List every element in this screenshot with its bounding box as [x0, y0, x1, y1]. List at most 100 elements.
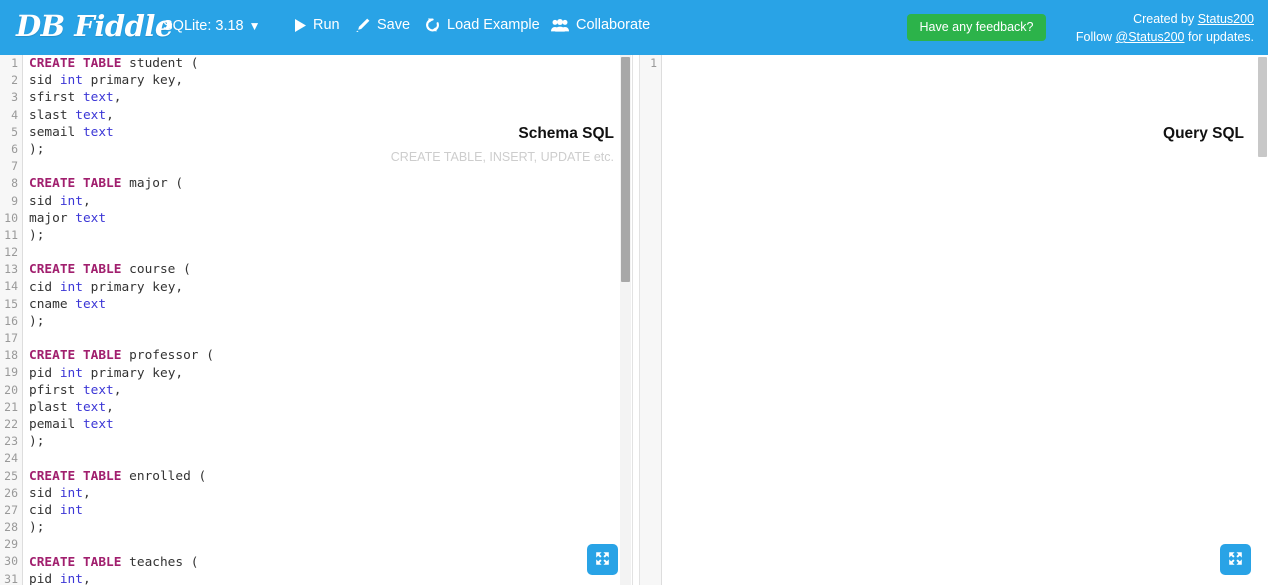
code-token-ident: primary key,: [82, 365, 184, 381]
code-line: plast text,: [29, 399, 632, 416]
line-number: 29: [4, 537, 18, 552]
credits-created-by-prefix: Created by: [1133, 12, 1198, 26]
code-token-ident: ,: [106, 107, 114, 123]
code-line: CREATE TABLE enrolled (: [29, 468, 632, 485]
code-token-kw: CREATE TABLE: [29, 176, 122, 192]
chevron-down-icon: ▼: [248, 19, 261, 33]
code-token-ident: professor (: [121, 348, 214, 364]
code-line: );: [29, 313, 632, 330]
query-sql-editor[interactable]: [664, 55, 1268, 585]
code-line: );: [29, 433, 632, 450]
line-number: 6: [11, 141, 18, 156]
line-number: 10: [4, 210, 18, 225]
credits-follow-suffix: for updates.: [1184, 30, 1254, 44]
line-number: 17: [4, 331, 18, 345]
line-number: 22: [4, 416, 18, 431]
code-token-ident: cid: [29, 279, 60, 295]
code-line: sid int,: [29, 193, 632, 210]
code-token-type: int: [59, 503, 83, 519]
code-line: sid int primary key,: [29, 72, 632, 89]
query-expand-button[interactable]: [1220, 544, 1251, 575]
code-token-type: text: [75, 296, 107, 312]
app-logo[interactable]: DB Fiddle: [16, 9, 173, 43]
code-token-type: text: [82, 417, 114, 433]
line-number: 11: [4, 227, 18, 242]
load-example-button-label: Load Example: [447, 17, 540, 33]
panel-divider[interactable]: [632, 55, 640, 585]
code-token-ident: pemail: [29, 417, 83, 433]
code-token-ident: cid: [29, 503, 60, 519]
code-line: cid int primary key,: [29, 279, 632, 296]
credits-line-created-by: Created by Status200: [1076, 10, 1254, 28]
code-token-ident: major: [29, 210, 76, 226]
database-version-selector[interactable]: SQLite: 3.18 ▼: [163, 18, 261, 34]
credits-line-follow: Follow @Status200 for updates.: [1076, 28, 1254, 46]
schema-expand-button[interactable]: [587, 544, 618, 575]
line-number: 26: [4, 485, 18, 500]
refresh-icon: [425, 18, 440, 32]
line-number: 15: [4, 296, 18, 311]
code-token-kw: CREATE TABLE: [29, 262, 122, 278]
code-token-type: text: [82, 382, 114, 398]
expand-arrows-icon: [1228, 551, 1243, 569]
schema-vertical-scrollbar[interactable]: [620, 55, 631, 585]
query-vertical-scrollbar[interactable]: [1257, 55, 1268, 585]
code-token-ident: enrolled (: [121, 468, 207, 484]
line-number: 3: [11, 90, 18, 105]
schema-scrollbar-thumb[interactable]: [621, 57, 630, 282]
credits-follow-prefix: Follow: [1075, 30, 1116, 44]
code-token-ident: ,: [82, 486, 91, 502]
status200-twitter-link[interactable]: @Status200: [1116, 30, 1185, 44]
query-line-number-gutter: 1: [640, 55, 662, 585]
line-number: 1: [650, 56, 657, 70]
query-scrollbar-thumb[interactable]: [1258, 57, 1267, 157]
code-token-type: text: [82, 124, 114, 140]
line-number: 13: [4, 262, 18, 277]
code-token-type: int: [59, 279, 83, 295]
code-token-type: int: [59, 193, 83, 209]
code-line: CREATE TABLE professor (: [29, 347, 632, 364]
code-token-ident: );: [29, 520, 45, 536]
line-number: 20: [4, 382, 18, 397]
line-number: 27: [4, 502, 18, 517]
collaborate-button[interactable]: Collaborate: [551, 17, 650, 33]
code-line: pid int primary key,: [29, 365, 632, 382]
code-line: semail text: [29, 124, 632, 141]
code-token-ident: teaches (: [121, 554, 199, 570]
code-line: );: [29, 519, 632, 536]
feedback-button[interactable]: Have any feedback?: [907, 14, 1046, 41]
code-token-ident: student (: [121, 56, 199, 71]
load-example-button[interactable]: Load Example: [425, 17, 540, 33]
line-number: 2: [11, 73, 18, 88]
code-line: cname text: [29, 296, 632, 313]
line-number: 14: [4, 279, 18, 294]
code-token-ident: primary key,: [82, 279, 184, 295]
code-token-type: text: [75, 210, 107, 226]
line-number: 31: [4, 571, 18, 585]
code-line: slast text,: [29, 107, 632, 124]
code-token-ident: );: [29, 434, 45, 450]
run-button[interactable]: Run: [295, 17, 340, 33]
play-icon: [295, 18, 306, 32]
save-button[interactable]: Save: [356, 17, 410, 33]
line-number: 30: [4, 554, 18, 569]
line-number: 9: [11, 193, 18, 208]
code-line: CREATE TABLE major (: [29, 175, 632, 192]
line-number: 28: [4, 520, 18, 535]
code-line: pemail text: [29, 416, 632, 433]
code-token-type: text: [75, 107, 107, 123]
code-line: cid int: [29, 502, 632, 519]
code-token-ident: ,: [113, 382, 122, 398]
line-number: 4: [11, 107, 18, 122]
code-token-kw: CREATE TABLE: [29, 56, 122, 71]
line-number: 18: [4, 348, 18, 363]
line-number: 1: [11, 56, 18, 70]
query-sql-panel: 1 Query SQL: [640, 55, 1268, 585]
schema-sql-editor[interactable]: CREATE TABLE student (sid int primary ke…: [24, 55, 632, 585]
expand-arrows-icon: [595, 551, 610, 569]
status200-link[interactable]: Status200: [1198, 12, 1254, 26]
code-token-ident: primary key,: [82, 73, 184, 89]
code-line: sfirst text,: [29, 89, 632, 106]
code-line: CREATE TABLE teaches (: [29, 554, 632, 571]
